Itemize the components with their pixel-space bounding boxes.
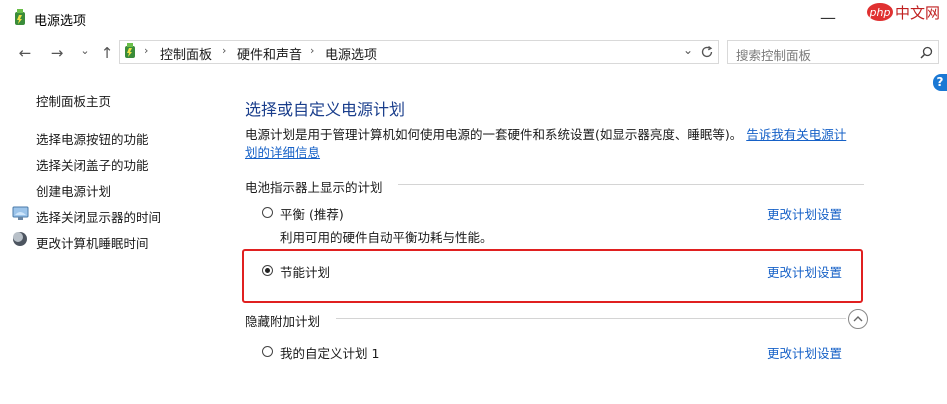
breadcrumb-separator: › (222, 44, 227, 57)
sleep-moon-icon (13, 232, 27, 246)
plan-power-saver-name[interactable]: 节能计划 (280, 262, 330, 281)
svg-text:php: php (869, 6, 891, 19)
sidebar-lid-close-link[interactable]: 选择关闭盖子的功能 (36, 155, 149, 174)
search-input[interactable]: 搜索控制面板 (736, 45, 811, 64)
sidebar-power-button-link[interactable]: 选择电源按钮的功能 (36, 129, 149, 148)
recent-dropdown-button[interactable]: ⌄ (76, 44, 94, 57)
help-button[interactable]: ? (933, 74, 947, 91)
page-description: 电源计划是用于管理计算机如何使用电源的一套硬件和系统设置(如显示器亮度、睡眠等)… (245, 126, 865, 162)
control-panel-icon (125, 43, 135, 58)
sidebar-create-plan-link[interactable]: 创建电源计划 (36, 181, 111, 200)
page-title: 选择或自定义电源计划 (245, 100, 406, 119)
learn-more-link-continued[interactable]: 划的详细信息 (245, 145, 320, 160)
up-button[interactable]: ↑ (98, 44, 116, 62)
plan-custom-name[interactable]: 我的自定义计划 1 (280, 343, 379, 362)
breadcrumb-hardware-sound[interactable]: 硬件和声音 (237, 44, 302, 63)
power-options-icon (15, 9, 25, 25)
breadcrumb-control-panel[interactable]: 控制面板 (160, 44, 212, 63)
plan-balanced-desc: 利用可用的硬件自动平衡功耗与性能。 (280, 230, 493, 245)
sidebar-sleep-time-link[interactable]: 更改计算机睡眠时间 (36, 233, 149, 252)
section-divider (398, 184, 864, 185)
window-title: 电源选项 (34, 14, 87, 29)
plan-power-saver-change-link[interactable]: 更改计划设置 (767, 262, 842, 281)
forward-button[interactable]: → (48, 44, 66, 62)
sidebar-display-off-link[interactable]: 选择关闭显示器的时间 (36, 207, 161, 226)
battery-section-label: 电池指示器上显示的计划 (245, 180, 383, 195)
sidebar-home-link[interactable]: 控制面板主页 (36, 91, 111, 110)
description-text: 电源计划是用于管理计算机如何使用电源的一套硬件和系统设置(如显示器亮度、睡眠等)… (245, 127, 743, 142)
minimize-button[interactable]: — (818, 8, 838, 28)
plan-balanced-radio[interactable] (262, 207, 273, 218)
plan-custom-radio[interactable] (262, 346, 273, 357)
plan-custom-change-link[interactable]: 更改计划设置 (767, 343, 842, 362)
address-dropdown-icon[interactable]: ⌄ (683, 43, 693, 57)
display-icon (12, 206, 29, 220)
back-button[interactable]: ← (16, 44, 34, 62)
plan-power-saver-radio[interactable] (262, 265, 273, 276)
breadcrumb-separator: › (144, 44, 149, 57)
hidden-section-label: 隐藏附加计划 (245, 314, 321, 329)
svg-text:中文网: 中文网 (895, 4, 940, 22)
breadcrumb-separator: › (310, 44, 315, 57)
plan-balanced-name[interactable]: 平衡 (推荐) (280, 204, 344, 223)
section-divider (336, 318, 846, 319)
breadcrumb-power-options[interactable]: 电源选项 (325, 44, 377, 63)
collapse-button[interactable] (848, 309, 868, 329)
learn-more-link[interactable]: 告诉我有关电源计 (746, 127, 846, 142)
search-icon[interactable] (920, 46, 933, 59)
chevron-up-icon (853, 316, 863, 322)
watermark-logo: php 中文网 (867, 3, 940, 22)
plan-balanced-change-link[interactable]: 更改计划设置 (767, 204, 842, 223)
refresh-icon[interactable] (700, 45, 714, 59)
title-bar (0, 0, 947, 36)
